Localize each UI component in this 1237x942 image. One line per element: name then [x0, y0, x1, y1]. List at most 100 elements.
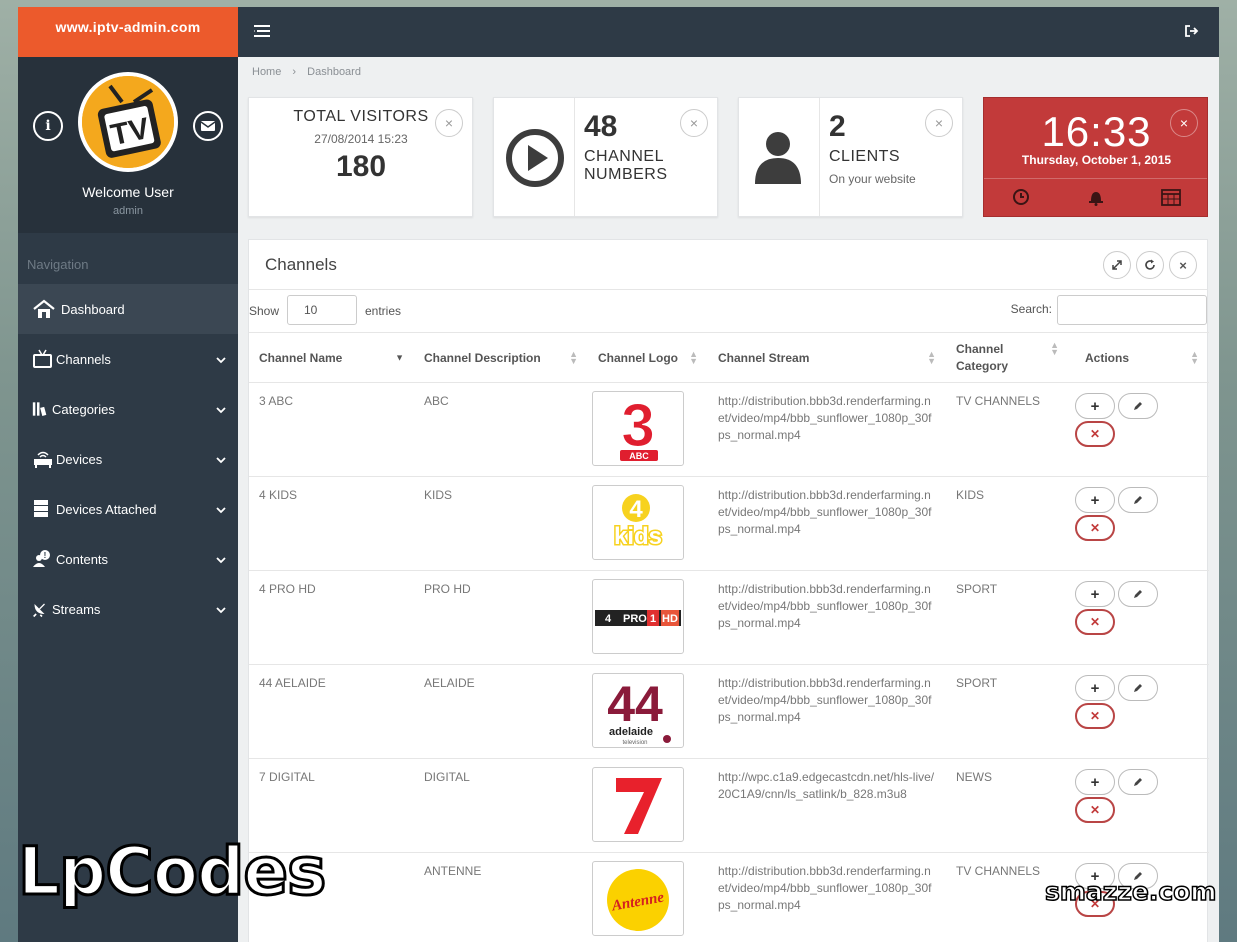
brand-logo[interactable]: www.iptv-admin.com	[18, 7, 238, 57]
channel-stream: http://distribution.bbb3d.renderfarming.…	[708, 664, 946, 759]
clients-label: CLIENTS	[829, 148, 901, 165]
avatar: TV	[78, 72, 178, 172]
calendar-icon[interactable]	[1161, 188, 1181, 206]
visitors-count: 180	[335, 150, 387, 183]
sidebar-item-devices-attached[interactable]: Devices Attached	[18, 484, 238, 534]
sidebar-item-categories[interactable]: Categories	[18, 384, 238, 434]
info-button[interactable]: i	[33, 111, 63, 141]
add-button[interactable]: +	[1075, 487, 1115, 513]
channel-description: ABC	[414, 382, 588, 477]
svg-text:1: 1	[650, 613, 656, 625]
pencil-icon	[1134, 496, 1142, 504]
svg-text:adelaide: adelaide	[609, 726, 653, 738]
channel-category: SPORT	[946, 570, 1075, 665]
card-divider	[819, 98, 820, 216]
logout-button[interactable]	[1185, 25, 1199, 40]
channel-description: PRO HD	[414, 570, 588, 665]
logo-3abc-icon: 3 ABC	[620, 394, 658, 461]
delete-button[interactable]: ✕	[1075, 703, 1115, 729]
entries-length-select[interactable]: 10	[287, 295, 357, 325]
delete-icon: ✕	[1089, 708, 1101, 723]
sidebar-item-channels[interactable]: Channels	[18, 334, 238, 384]
channel-category: SPORT	[946, 664, 1075, 759]
add-button[interactable]: +	[1075, 675, 1115, 701]
sort-desc-icon: ▼	[395, 352, 404, 362]
menu-toggle-button[interactable]	[254, 25, 270, 40]
refresh-button[interactable]	[1136, 251, 1164, 279]
delete-icon: ✕	[1089, 802, 1101, 817]
sidebar-item-dashboard[interactable]: Dashboard	[18, 284, 238, 334]
col-channel-name[interactable]: Channel Name ▼	[249, 332, 414, 383]
search-input[interactable]	[1057, 295, 1207, 325]
sidebar-item-contents[interactable]: ! Contents	[18, 534, 238, 584]
col-actions[interactable]: Actions ▲ ▼	[1075, 332, 1209, 383]
add-button[interactable]: +	[1075, 393, 1115, 419]
user-icon	[755, 132, 801, 184]
user-role: admin	[113, 205, 143, 217]
table-row: 44 AELAIDE AELAIDE 44 adelaide televisio…	[249, 664, 1209, 759]
chevron-down-icon	[216, 452, 226, 467]
edit-button[interactable]	[1118, 769, 1158, 795]
channel-logo-cell: Antenne	[588, 852, 708, 942]
channel-category: NEWS	[946, 758, 1075, 853]
actions-cell: + ✕	[1075, 570, 1209, 665]
delete-button[interactable]: ✕	[1075, 609, 1115, 635]
channel-stream: http://distribution.bbb3d.renderfarming.…	[708, 476, 946, 571]
expand-button[interactable]	[1103, 251, 1131, 279]
delete-button[interactable]: ✕	[1075, 515, 1115, 541]
sort-icon: ▲ ▼	[1050, 340, 1059, 357]
visitors-card: TOTAL VISITORS 27/08/2014 15:23 180 ×	[248, 97, 473, 217]
channel-count: 48	[584, 110, 618, 143]
clients-card: 2 CLIENTS On your website ×	[738, 97, 963, 217]
plus-icon: +	[1090, 679, 1100, 697]
bell-icon[interactable]	[1087, 188, 1105, 206]
welcome-text: Welcome User	[82, 184, 174, 200]
sidebar-item-streams[interactable]: Streams	[18, 584, 238, 634]
logo-7-icon: 7	[616, 777, 662, 834]
svg-text:ABC: ABC	[629, 451, 649, 461]
col-channel-category[interactable]: Channel Category ▲ ▼	[946, 332, 1075, 383]
close-card-button[interactable]: ×	[1170, 109, 1198, 137]
play-circle-icon	[506, 129, 564, 187]
breadcrumb: Home › Dashboard	[238, 57, 1219, 87]
mail-button[interactable]	[193, 111, 223, 141]
svg-text:44: 44	[607, 676, 663, 732]
col-channel-logo[interactable]: Channel Logo ▲ ▼	[588, 332, 708, 383]
channel-logo: 44 adelaide television	[592, 673, 684, 748]
col-channel-stream[interactable]: Channel Stream ▲ ▼	[708, 332, 946, 383]
edit-button[interactable]	[1118, 581, 1158, 607]
delete-button[interactable]: ✕	[1075, 421, 1115, 447]
channel-name: 44 AELAIDE	[249, 664, 414, 759]
add-button[interactable]: +	[1075, 581, 1115, 607]
close-card-button[interactable]: ×	[435, 109, 463, 137]
breadcrumb-home[interactable]: Home	[252, 66, 281, 78]
channel-logo: 7	[592, 767, 684, 842]
edit-button[interactable]	[1118, 675, 1158, 701]
sidebar-item-devices[interactable]: Devices	[18, 434, 238, 484]
close-card-button[interactable]: ×	[925, 109, 953, 137]
pencil-icon	[1134, 590, 1142, 598]
sidebar-item-label: Streams	[52, 601, 101, 617]
tv-icon	[33, 349, 52, 368]
entries-label: entries	[365, 304, 402, 318]
delete-button[interactable]: ✕	[1075, 797, 1115, 823]
edit-button[interactable]	[1118, 393, 1158, 419]
add-button[interactable]: +	[1075, 769, 1115, 795]
col-channel-description[interactable]: Channel Description ▲ ▼	[414, 332, 588, 383]
close-card-button[interactable]: ×	[680, 109, 708, 137]
channel-stream: http://distribution.bbb3d.renderfarming.…	[708, 570, 946, 665]
envelope-icon	[201, 121, 215, 131]
channel-description: KIDS	[414, 476, 588, 571]
svg-text:4: 4	[629, 496, 643, 523]
edit-button[interactable]	[1118, 487, 1158, 513]
sidebar: www.iptv-admin.com i TV Welcome User adm…	[18, 7, 238, 942]
svg-text:PRO: PRO	[623, 613, 647, 625]
channel-logo: 3 ABC	[592, 391, 684, 466]
svg-text:!: !	[44, 551, 47, 560]
home-icon	[33, 299, 55, 318]
clock-icon[interactable]	[1012, 188, 1030, 206]
close-icon: ×	[1179, 115, 1189, 131]
close-panel-button[interactable]: ×	[1169, 251, 1197, 279]
channel-name: 4 PRO HD	[249, 570, 414, 665]
sign-out-icon	[1185, 25, 1199, 37]
